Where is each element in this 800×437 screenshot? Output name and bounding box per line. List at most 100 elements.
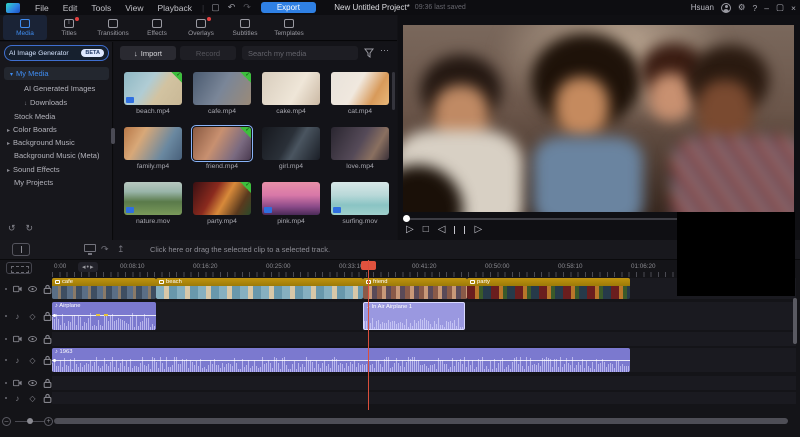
seekbar-thumb[interactable]: [403, 215, 410, 222]
stop-icon[interactable]: □: [423, 224, 429, 235]
zoom-out-button[interactable]: –: [2, 417, 11, 426]
refresh-icon[interactable]: ↻: [26, 223, 34, 234]
help-icon[interactable]: ?: [753, 3, 758, 13]
lock-icon[interactable]: [43, 378, 52, 388]
menu-playback[interactable]: Playback: [150, 3, 199, 13]
sidebar-item-downloads[interactable]: ↓Downloads: [24, 96, 67, 109]
tab-media[interactable]: Media: [3, 15, 47, 40]
monitor-icon[interactable]: [84, 244, 96, 252]
timeline-clip-in-air-airplane[interactable]: ♪ In Air Airplane 1: [363, 302, 465, 330]
sidebar-item-my-media[interactable]: ▾My Media: [4, 67, 109, 80]
tab-transitions[interactable]: Transitions: [91, 15, 135, 40]
horizontal-scrollbar[interactable]: [54, 418, 788, 424]
sidebar-item-ai-generated-images[interactable]: AI Generated Images: [24, 82, 95, 95]
volume-handle[interactable]: [53, 359, 56, 362]
video-lane-3[interactable]: [52, 376, 796, 390]
close-icon[interactable]: ×: [791, 3, 796, 13]
track-options-button[interactable]: [6, 262, 32, 274]
media-item[interactable]: ✓ party.mp4: [191, 182, 253, 225]
step-forward-icon[interactable]: ▷: [474, 224, 482, 235]
video-lane-2[interactable]: [52, 332, 796, 346]
mute-diamond-icon[interactable]: ◇: [28, 355, 37, 365]
settings-gear-icon[interactable]: ⚙: [738, 2, 746, 13]
panel-resize-handle[interactable]: [111, 128, 115, 144]
media-scrollbar[interactable]: [392, 72, 395, 110]
timeline-clip-airplane[interactable]: ♪ Airplane: [52, 302, 156, 330]
media-item[interactable]: ✓ beach.mp4: [122, 72, 184, 115]
step-back-icon[interactable]: ◁: [438, 224, 446, 235]
sidebar-item-my-projects[interactable]: My Projects: [14, 176, 53, 189]
upload-icon[interactable]: ↥: [117, 244, 125, 255]
audio-lane-3[interactable]: [52, 392, 796, 404]
more-options-icon[interactable]: ⋯: [380, 45, 389, 56]
lock-icon[interactable]: [43, 355, 52, 365]
media-item[interactable]: surfing.mov: [329, 182, 391, 225]
marker-nav-button[interactable]: ◂•▸: [78, 262, 98, 272]
media-item[interactable]: cake.mp4: [260, 72, 322, 115]
record-button[interactable]: Record: [180, 46, 236, 60]
keyframe-mark[interactable]: [96, 314, 100, 316]
volume-line[interactable]: [52, 360, 630, 361]
eye-icon[interactable]: [28, 378, 37, 388]
undo-icon[interactable]: ↶: [224, 2, 240, 13]
layout-grid-icon[interactable]: ▢: [207, 2, 224, 13]
play-icon[interactable]: ▷: [406, 224, 414, 235]
mute-diamond-icon[interactable]: ◇: [28, 311, 37, 321]
volume-handle[interactable]: [53, 314, 56, 317]
sidebar-item-color-boards[interactable]: ▸Color Boards: [7, 123, 57, 136]
eye-icon[interactable]: [28, 284, 37, 294]
sync-icon[interactable]: ↺: [8, 223, 16, 234]
media-item[interactable]: cat.mp4: [329, 72, 391, 115]
import-button[interactable]: ↓ Import: [120, 46, 176, 60]
split-clip-button[interactable]: [12, 243, 30, 256]
preview-video[interactable]: [403, 25, 794, 212]
menu-file[interactable]: File: [28, 3, 56, 13]
media-item-selected[interactable]: ✓ friend.mp4: [191, 127, 253, 170]
timeline-clip-beach[interactable]: beach: [156, 278, 363, 299]
rotate-icon[interactable]: ↷: [101, 244, 109, 255]
lock-icon[interactable]: [43, 334, 52, 344]
timeline-clip-1963[interactable]: ♪ 1963: [52, 348, 630, 372]
menu-tools[interactable]: Tools: [84, 3, 118, 13]
redo-icon[interactable]: ↷: [239, 2, 255, 13]
filter-funnel-icon[interactable]: [364, 48, 374, 58]
media-item[interactable]: family.mp4: [122, 127, 184, 170]
vertical-scrollbar[interactable]: [793, 298, 797, 344]
playhead-line[interactable]: [368, 260, 369, 410]
media-item[interactable]: girl.mp4: [260, 127, 322, 170]
sidebar-item-background-music[interactable]: ▸Background Music: [7, 136, 75, 149]
sidebar-item-background-music-meta[interactable]: Background Music (Meta): [14, 149, 99, 162]
menu-view[interactable]: View: [118, 3, 150, 13]
media-item[interactable]: ✓ cafe.mp4: [191, 72, 253, 115]
sidebar-item-sound-effects[interactable]: ▸Sound Effects: [7, 163, 60, 176]
tab-effects[interactable]: Effects: [135, 15, 179, 40]
tab-titles[interactable]: T Titles: [47, 15, 91, 40]
tab-templates[interactable]: Templates: [267, 15, 311, 40]
zoom-in-button[interactable]: +: [44, 417, 53, 426]
export-button[interactable]: Export: [261, 2, 316, 13]
lock-icon[interactable]: [43, 393, 52, 403]
menu-edit[interactable]: Edit: [56, 3, 85, 13]
tab-overlays[interactable]: Overlays: [179, 15, 223, 40]
timeline-clip-party[interactable]: party: [467, 278, 630, 299]
avatar-icon[interactable]: [721, 3, 731, 13]
media-item[interactable]: love.mp4: [329, 127, 391, 170]
app-logo-icon[interactable]: [6, 3, 20, 13]
lock-icon[interactable]: [43, 284, 52, 294]
ai-image-generator-button[interactable]: AI Image Generator BETA: [4, 45, 109, 61]
minimize-icon[interactable]: –: [764, 3, 769, 13]
keyframe-mark[interactable]: [104, 314, 108, 316]
tab-subtitles[interactable]: Subtitles: [223, 15, 267, 40]
eye-icon[interactable]: [28, 334, 37, 344]
media-item[interactable]: pink.mp4: [260, 182, 322, 225]
search-input[interactable]: [242, 46, 358, 60]
zoom-slider-thumb[interactable]: [27, 418, 33, 424]
lock-icon[interactable]: [43, 311, 52, 321]
media-item[interactable]: nature.mov: [122, 182, 184, 225]
timeline-clip-friend[interactable]: friend: [363, 278, 467, 299]
restore-icon[interactable]: ▢: [776, 2, 784, 13]
sidebar-item-stock-media[interactable]: Stock Media: [14, 110, 55, 123]
mute-diamond-icon[interactable]: ◇: [28, 393, 37, 403]
timeline-clip-cafe[interactable]: cafe: [52, 278, 156, 299]
user-name[interactable]: Hsuan: [691, 3, 714, 12]
